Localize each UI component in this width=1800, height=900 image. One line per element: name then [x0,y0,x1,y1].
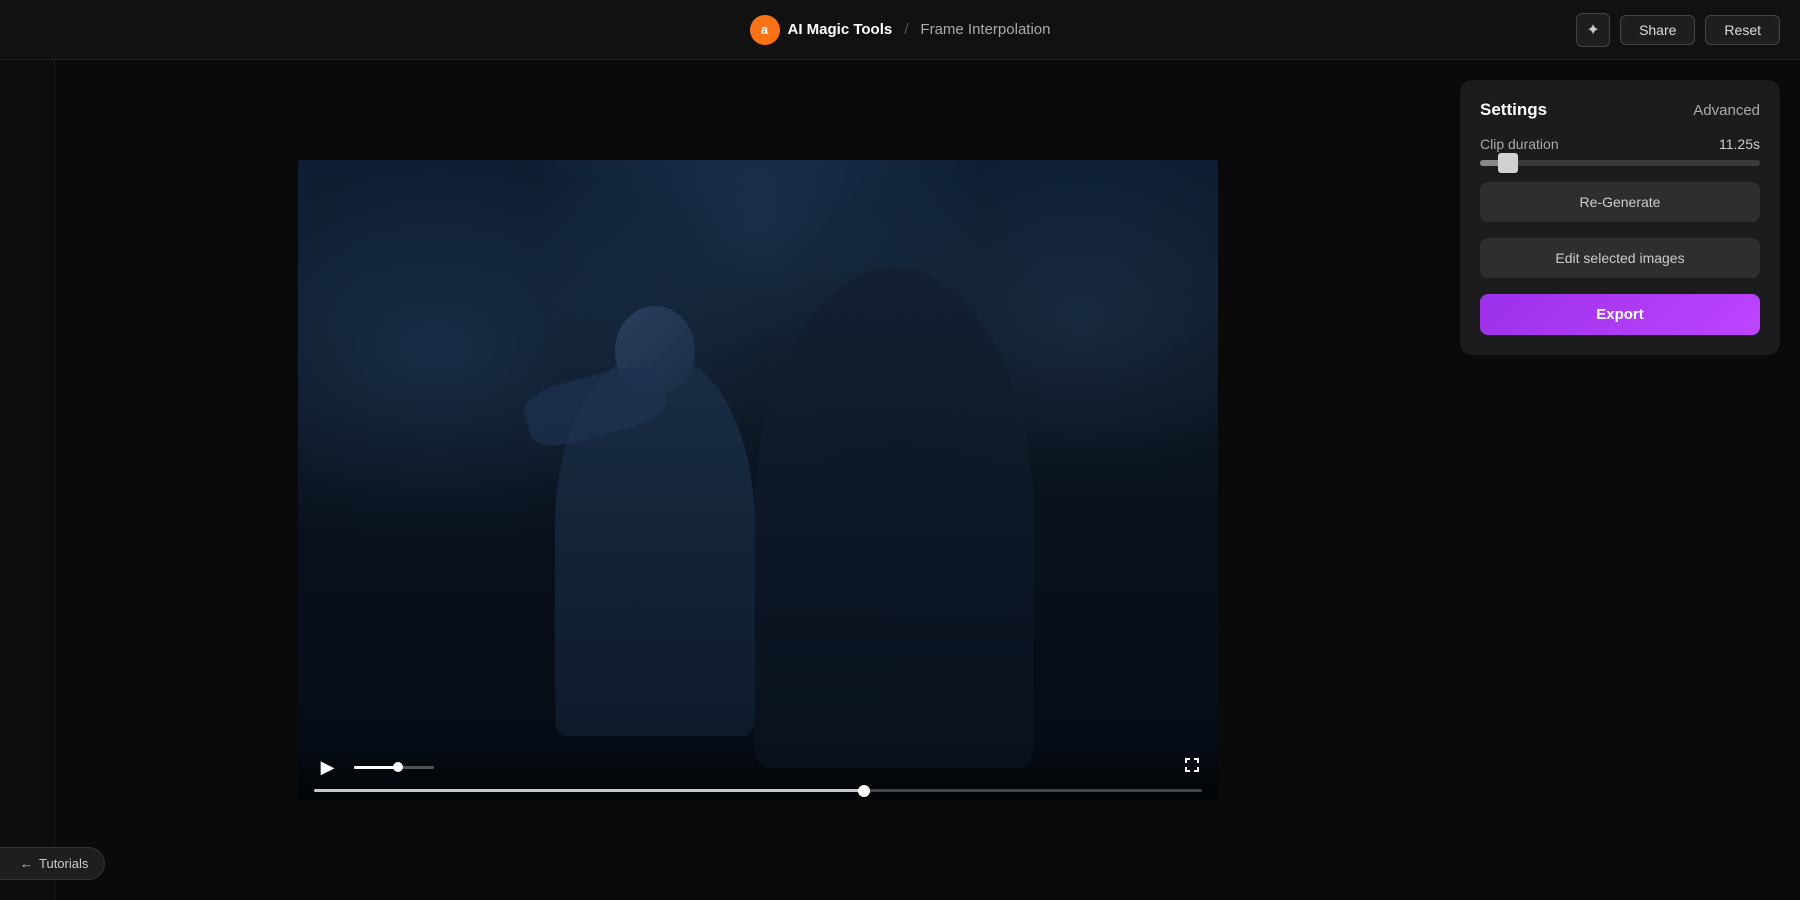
fullscreen-button[interactable] [1182,755,1202,780]
left-sidebar [0,60,55,900]
export-button[interactable]: Export [1480,294,1760,335]
clip-duration-label: Clip duration [1480,136,1559,152]
reset-button[interactable]: Reset [1705,15,1780,45]
volume-track[interactable] [354,766,434,769]
settings-title: Settings [1480,100,1547,120]
video-area: ▶ [55,60,1460,900]
logo-initial: a [761,22,768,37]
volume-control[interactable] [354,766,454,769]
topbar-separator: / [904,21,908,38]
fullscreen-icon [1182,755,1202,775]
duration-slider-track[interactable] [1480,160,1760,166]
clip-duration-value: 11.25s [1719,136,1760,152]
tutorials-tab[interactable]: ← Tutorials [0,847,105,880]
magic-icon: ✦ [1586,20,1599,40]
main-area: ▶ [0,60,1800,900]
topbar-actions: ✦ Share Reset [1576,13,1780,47]
volume-fill [354,766,398,769]
volume-thumb[interactable] [393,762,403,772]
magic-icon-button[interactable]: ✦ [1576,13,1610,47]
seek-bar[interactable] [314,789,1202,792]
topbar-app-name: AI Magic Tools [788,21,893,38]
topbar-center: a AI Magic Tools / Frame Interpolation [750,15,1051,45]
right-panel: Settings Advanced Clip duration 11.25s R… [1460,60,1800,900]
advanced-link[interactable]: Advanced [1693,102,1760,119]
edit-images-button[interactable]: Edit selected images [1480,238,1760,278]
clip-duration-row: Clip duration 11.25s [1480,136,1760,152]
background-figure [754,268,1034,768]
app-logo: a [750,15,780,45]
main-figure [555,356,755,736]
video-wrapper: ▶ [298,160,1218,800]
tutorials-label: Tutorials [39,856,88,871]
share-button[interactable]: Share [1620,15,1695,45]
settings-header: Settings Advanced [1480,100,1760,120]
topbar-page-title: Frame Interpolation [920,21,1050,38]
play-button[interactable]: ▶ [314,753,342,781]
settings-card: Settings Advanced Clip duration 11.25s R… [1460,80,1780,355]
topbar: a AI Magic Tools / Frame Interpolation ✦… [0,0,1800,60]
regenerate-button[interactable]: Re-Generate [1480,182,1760,222]
duration-slider-thumb[interactable] [1498,153,1518,173]
tutorials-icon: ← [20,856,33,871]
seek-thumb[interactable] [858,785,870,797]
seek-fill [314,789,865,792]
clip-duration-section: Clip duration 11.25s [1480,136,1760,166]
play-icon: ▶ [321,757,335,778]
video-canvas [298,160,1218,800]
